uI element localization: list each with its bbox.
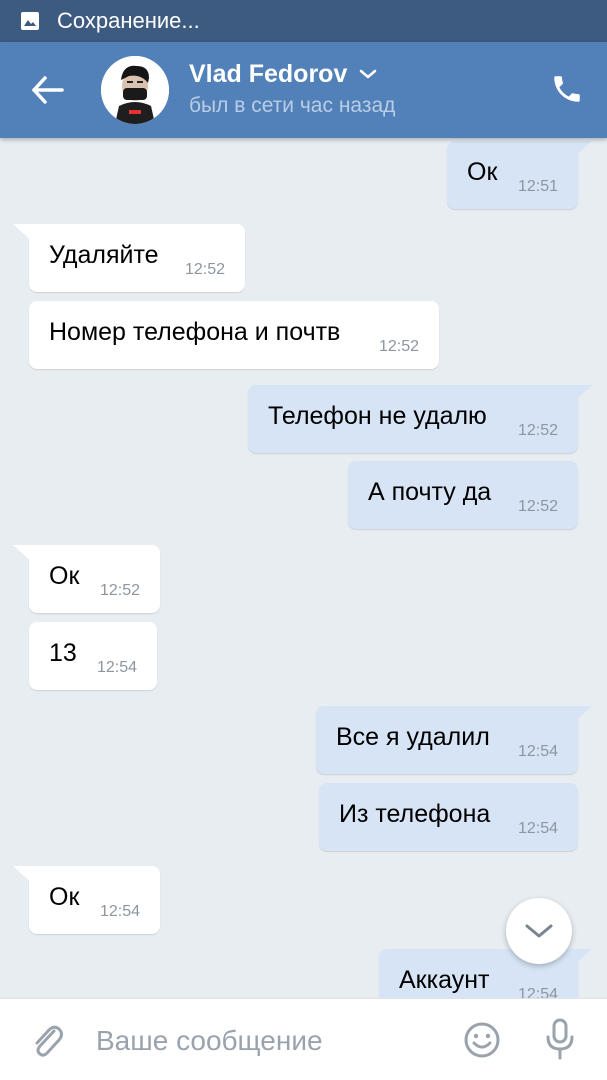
message-text: 13 bbox=[49, 639, 77, 667]
voice-message-button[interactable] bbox=[543, 1017, 577, 1061]
back-button[interactable] bbox=[28, 72, 68, 108]
contact-name-button[interactable]: Vlad Fedorov bbox=[189, 56, 377, 92]
message-text: Все я удалил bbox=[336, 723, 490, 751]
avatar-image bbox=[101, 56, 169, 124]
bubble-tail bbox=[13, 545, 35, 565]
bubble-tail bbox=[13, 224, 35, 244]
message-time: 12:54 bbox=[517, 820, 558, 837]
message-text: Ок bbox=[49, 562, 80, 590]
message-time: 12:54 bbox=[99, 903, 140, 920]
message-time: 12:52 bbox=[378, 338, 419, 355]
message-text: Аккаунт bbox=[399, 966, 490, 994]
message-bubble-incoming[interactable]: Ок 12:52 bbox=[13, 545, 160, 613]
message-bubble-incoming[interactable]: Ок 12:54 bbox=[13, 866, 160, 934]
message-time: 12:51 bbox=[517, 178, 558, 195]
scroll-to-bottom-button[interactable] bbox=[506, 898, 572, 964]
message-time: 12:52 bbox=[517, 498, 558, 515]
status-bar: Сохранение... bbox=[0, 0, 607, 42]
phone-icon bbox=[554, 76, 580, 102]
emoji-button[interactable] bbox=[463, 1021, 501, 1059]
contact-name: Vlad Fedorov bbox=[189, 59, 348, 88]
image-icon bbox=[21, 12, 39, 30]
message-time: 12:54 bbox=[517, 743, 558, 760]
message-bubble-incoming[interactable]: Удаляйте 12:52 bbox=[13, 224, 245, 292]
message-bubble-outgoing[interactable]: Ок 12:51 bbox=[447, 141, 592, 209]
message-bubble-incoming[interactable]: Номер телефона и почтв 12:52 bbox=[29, 301, 439, 369]
bubble-tail bbox=[570, 385, 592, 405]
message-text: Удаляйте bbox=[49, 241, 159, 269]
avatar-logo bbox=[129, 110, 141, 114]
message-text: Ок bbox=[49, 883, 80, 911]
chevron-down-icon bbox=[360, 69, 377, 79]
message-text: А почту да bbox=[368, 478, 492, 506]
message-bubble-outgoing[interactable]: Телефон не удалю 12:52 bbox=[248, 385, 592, 453]
message-bubble-outgoing[interactable]: Из телефона 12:54 bbox=[319, 783, 578, 851]
call-button[interactable] bbox=[550, 72, 584, 106]
arrow-left-icon bbox=[32, 76, 64, 104]
message-composer: Ваше сообщение bbox=[0, 998, 607, 1080]
message-text: Номер телефона и почтв bbox=[49, 318, 341, 346]
bubble-tail bbox=[13, 866, 35, 886]
smiley-icon bbox=[464, 1022, 500, 1058]
message-bubble-outgoing[interactable]: Все я удалил 12:54 bbox=[316, 706, 592, 774]
message-text: Ок bbox=[467, 158, 498, 186]
chevron-down-icon bbox=[525, 924, 553, 938]
message-text: Телефон не удалю bbox=[268, 402, 487, 430]
last-seen-status: был в сети час назад bbox=[189, 94, 396, 117]
message-time: 12:54 bbox=[96, 659, 137, 676]
message-time: 12:52 bbox=[517, 422, 558, 439]
attach-button[interactable] bbox=[28, 1021, 66, 1061]
avatar[interactable] bbox=[101, 56, 169, 124]
message-time: 12:54 bbox=[517, 986, 558, 998]
paperclip-icon bbox=[35, 1025, 63, 1057]
message-bubble-incoming[interactable]: 13 12:54 bbox=[29, 622, 157, 690]
bubble-tail bbox=[570, 141, 592, 161]
chat-header: Vlad Fedorov был в сети час назад bbox=[0, 42, 607, 138]
message-time: 12:52 bbox=[184, 261, 225, 278]
message-time: 12:52 bbox=[99, 582, 140, 599]
message-list[interactable]: Ок 12:51 Удаляйте 12:52 Номер телефона и… bbox=[0, 138, 607, 998]
bubble-tail bbox=[570, 949, 592, 969]
message-text: Из телефона bbox=[339, 800, 491, 828]
status-text: Сохранение... bbox=[57, 8, 200, 33]
microphone-icon bbox=[546, 1018, 574, 1060]
message-input[interactable]: Ваше сообщение bbox=[96, 1019, 436, 1063]
bubble-tail bbox=[570, 706, 592, 726]
message-bubble-outgoing[interactable]: А почту да 12:52 bbox=[348, 461, 578, 529]
